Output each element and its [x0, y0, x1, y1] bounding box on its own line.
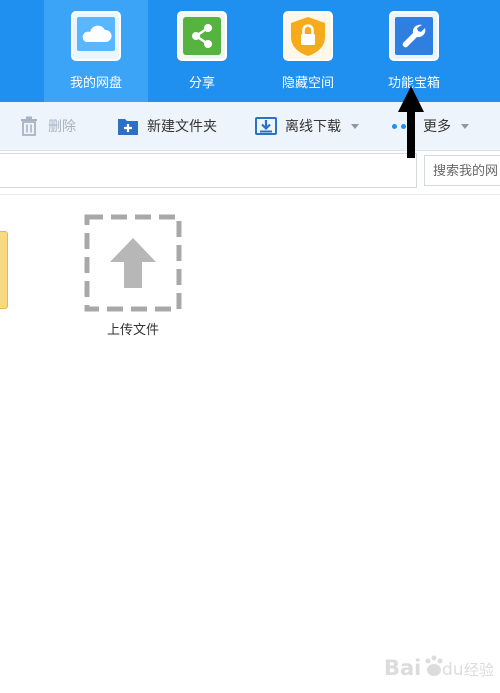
cloud-drive-icon [71, 11, 121, 61]
new-folder-icon [118, 119, 138, 135]
delete-button[interactable]: 删除 [18, 102, 76, 150]
more-label: 更多 [423, 119, 451, 135]
nav-label: 我的网盘 [69, 76, 122, 91]
folder-item-partial[interactable] [0, 231, 8, 309]
svg-text:Bai: Bai [384, 656, 421, 680]
search-input[interactable]: 搜索我的网 [424, 155, 500, 186]
upload-arrow-icon [84, 214, 182, 312]
nav-label: 隐藏空间 [281, 76, 334, 91]
annotation-arrow-icon [398, 86, 424, 158]
download-icon [255, 117, 277, 135]
new-folder-label: 新建文件夹 [147, 119, 217, 135]
chevron-down-icon [351, 123, 359, 129]
nav-hidden-space[interactable]: 隐藏空间 [256, 0, 360, 102]
upload-file-button[interactable] [84, 214, 182, 312]
nav-my-drive[interactable]: 我的网盘 [44, 0, 148, 102]
top-nav-bar: 我的网盘 分享 隐藏空间 功能宝箱 [0, 0, 500, 102]
delete-label: 删除 [48, 119, 76, 135]
nav-label: 分享 [188, 76, 215, 91]
svg-text:du: du [442, 660, 464, 680]
toolbar: 删除 新建文件夹 离线下载 更多 [0, 102, 500, 151]
lock-icon [283, 11, 333, 61]
upload-file-label: 上传文件 [106, 323, 159, 338]
chevron-down-icon [461, 123, 469, 129]
svg-text:经验: 经验 [464, 661, 494, 679]
offline-download-label: 离线下载 [285, 119, 341, 135]
trash-icon [21, 116, 37, 136]
offline-download-button[interactable]: 离线下载 [255, 102, 359, 150]
content-divider [0, 194, 500, 195]
path-bar[interactable] [0, 153, 417, 188]
share-icon [177, 11, 227, 61]
wrench-toolbox-icon [389, 11, 439, 61]
nav-share[interactable]: 分享 [150, 0, 254, 102]
new-folder-button[interactable]: 新建文件夹 [117, 102, 217, 150]
baidu-watermark-logo: Bai du 经验 [384, 655, 494, 680]
